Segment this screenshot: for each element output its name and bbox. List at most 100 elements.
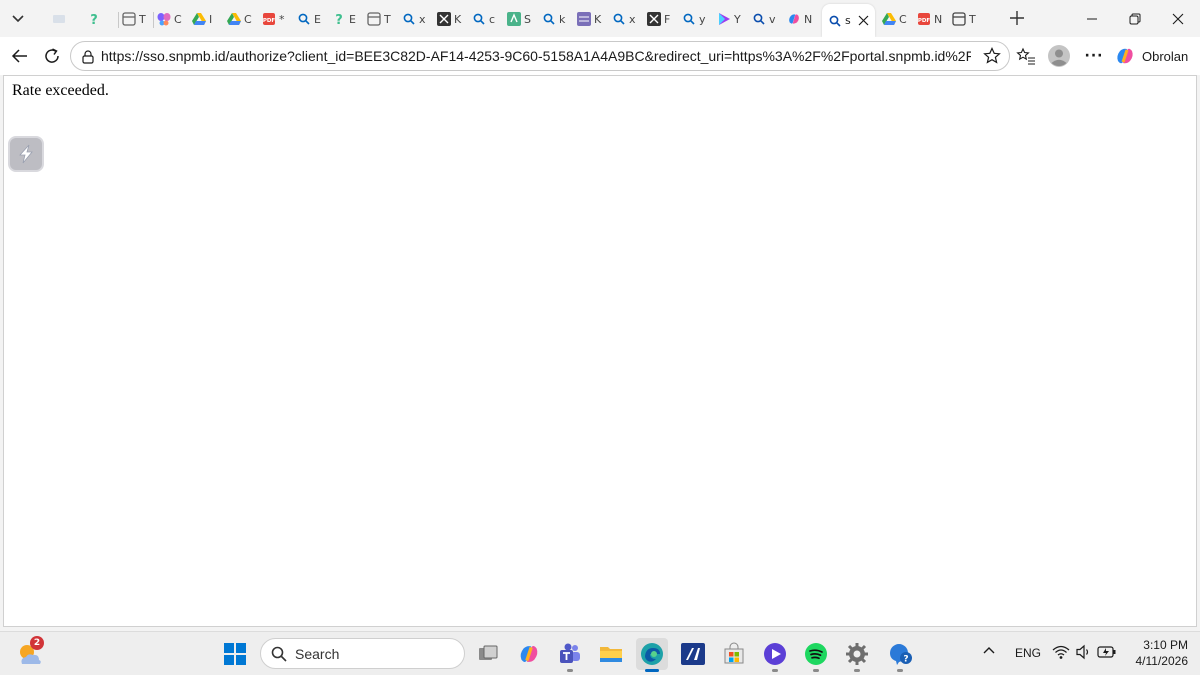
tab[interactable]: v — [752, 6, 777, 32]
tab[interactable]: C — [882, 6, 907, 32]
get-help-app[interactable]: ? — [884, 638, 916, 672]
profile-button[interactable] — [1045, 42, 1073, 70]
address-bar[interactable]: https://sso.snpmb.id/authorize?client_id… — [70, 41, 1010, 71]
edge-icon — [641, 643, 663, 665]
battery-status[interactable] — [1097, 644, 1117, 660]
wifi-status[interactable] — [1052, 644, 1070, 660]
tab[interactable]: K — [577, 6, 602, 32]
lock-icon[interactable] — [80, 49, 96, 68]
search-icon — [752, 12, 766, 26]
tab[interactable]: x — [402, 6, 427, 32]
file-explorer-app[interactable] — [595, 638, 627, 670]
green-square-icon — [507, 12, 521, 26]
tab[interactable]: T — [367, 6, 392, 32]
tab-title: T — [139, 12, 146, 26]
search-icon — [612, 12, 626, 26]
weather-widget[interactable]: 2 — [14, 636, 46, 670]
purple-square-icon — [577, 12, 591, 26]
spotify-app[interactable] — [800, 638, 832, 672]
clock-time: 3:10 PM — [1143, 638, 1188, 652]
tab[interactable]: T — [952, 6, 977, 32]
clock[interactable]: 3:10 PM 4/11/2026 — [1124, 637, 1189, 669]
folder-icon — [600, 647, 622, 662]
edge-app[interactable] — [636, 638, 668, 672]
tab[interactable]: y — [682, 6, 707, 32]
tab[interactable]: S — [507, 6, 532, 32]
search-icon — [542, 12, 556, 26]
tab[interactable]: N — [787, 6, 812, 32]
arrow-left-icon — [11, 49, 27, 63]
settings-app[interactable] — [841, 638, 873, 672]
ai-app[interactable] — [677, 638, 709, 670]
task-view-icon — [479, 645, 498, 660]
drive-icon — [882, 12, 896, 26]
svg-text:?: ? — [903, 655, 908, 665]
start-button[interactable] — [219, 638, 251, 670]
favorites-button[interactable] — [1012, 42, 1040, 70]
refresh-icon — [45, 48, 59, 63]
search-icon — [402, 12, 416, 26]
notification-badge: 2 — [30, 636, 44, 650]
tab-title: N — [804, 12, 812, 26]
tab-active[interactable]: s — [822, 4, 875, 37]
running-indicator — [645, 669, 659, 672]
tab[interactable]: x — [612, 6, 637, 32]
copilot-button[interactable]: Obrolan — [1114, 44, 1188, 68]
taskbar-search[interactable]: Search — [260, 638, 465, 669]
restore-icon — [1129, 13, 1141, 25]
star-icon[interactable] — [983, 47, 1001, 68]
search-icon — [297, 12, 311, 26]
tab[interactable]: ? E — [332, 6, 357, 32]
plus-icon — [1010, 11, 1024, 25]
copilot-taskbar-app[interactable] — [513, 638, 545, 670]
tab[interactable]: k — [542, 6, 567, 32]
tab-actions-menu-button[interactable] — [4, 5, 32, 31]
tab[interactable]: PDF * — [262, 6, 287, 32]
lightning-icon — [19, 144, 33, 164]
microsoft-store-app[interactable] — [718, 638, 750, 670]
tab[interactable]: T — [122, 6, 147, 32]
minimize-button[interactable] — [1072, 6, 1112, 32]
tab[interactable]: ? — [87, 6, 112, 32]
tab[interactable]: c — [472, 6, 497, 32]
tab-title: F — [664, 12, 671, 26]
task-view-button[interactable] — [472, 638, 504, 670]
browser-toolbar: https://sso.snpmb.id/authorize?client_id… — [0, 37, 1200, 75]
help-icon: ? — [890, 644, 912, 665]
tab-title: T — [384, 12, 391, 26]
gear-icon — [846, 643, 868, 665]
favorites-list-icon — [1016, 47, 1035, 65]
tab-title: v — [769, 12, 776, 26]
url-text[interactable]: https://sso.snpmb.id/authorize?client_id… — [101, 48, 971, 64]
volume-status[interactable] — [1075, 644, 1093, 660]
language-indicator[interactable]: ENG — [1015, 646, 1041, 660]
tab-title: C — [174, 12, 182, 26]
tab[interactable]: K — [437, 6, 462, 32]
search-label: Search — [295, 645, 340, 662]
video-app[interactable] — [759, 638, 791, 672]
tab[interactable]: PDF N — [917, 6, 942, 32]
restore-button[interactable] — [1115, 6, 1155, 32]
tab[interactable]: I — [192, 6, 217, 32]
close-icon — [1172, 13, 1184, 25]
avatar — [1048, 45, 1070, 67]
tab-title: E — [349, 12, 356, 26]
teams-app[interactable] — [554, 638, 586, 672]
tab[interactable]: E — [297, 6, 322, 32]
refresh-button[interactable] — [38, 42, 66, 70]
more-menu-button[interactable]: ··· — [1080, 42, 1108, 70]
spotify-icon — [805, 643, 827, 665]
tab[interactable]: Y — [717, 6, 742, 32]
tab[interactable]: C — [157, 6, 182, 32]
tab[interactable]: C — [227, 6, 252, 32]
tab[interactable] — [52, 6, 77, 32]
show-hidden-icons-button[interactable] — [982, 644, 996, 658]
new-tab-button[interactable] — [1006, 7, 1028, 29]
tab[interactable]: F — [647, 6, 672, 32]
window-icon — [952, 12, 966, 26]
tab-close-button[interactable] — [858, 15, 869, 26]
close-window-button[interactable] — [1158, 6, 1198, 32]
question-icon: ? — [87, 12, 101, 26]
back-button[interactable] — [6, 42, 34, 70]
extension-widget-button[interactable] — [8, 136, 44, 172]
